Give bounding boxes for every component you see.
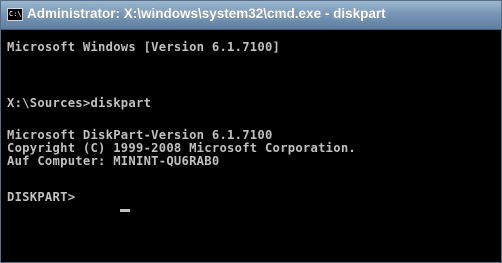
console-output[interactable]: Microsoft Windows [Version 6.1.7100] X:\… (1, 30, 501, 262)
console-line: X:\Sources>diskpart (7, 96, 152, 110)
command-prompt[interactable]: DISKPART> (7, 190, 83, 204)
cmd-icon[interactable]: C:\ (7, 8, 23, 21)
title-bar[interactable]: C:\ Administrator: X:\windows\system32\c… (1, 1, 501, 30)
console-line: Microsoft DiskPart-Version 6.1.7100 (7, 128, 273, 142)
console-line: Microsoft Windows [Version 6.1.7100] (7, 40, 281, 54)
console-window: C:\ Administrator: X:\windows\system32\c… (0, 0, 502, 263)
console-line: Copyright (C) 1999-2008 Microsoft Corpor… (7, 141, 357, 155)
console-line: Auf Computer: MININT-QU6RAB0 (7, 154, 220, 168)
text-cursor (120, 209, 130, 212)
window-title: Administrator: X:\windows\system32\cmd.e… (27, 6, 386, 21)
